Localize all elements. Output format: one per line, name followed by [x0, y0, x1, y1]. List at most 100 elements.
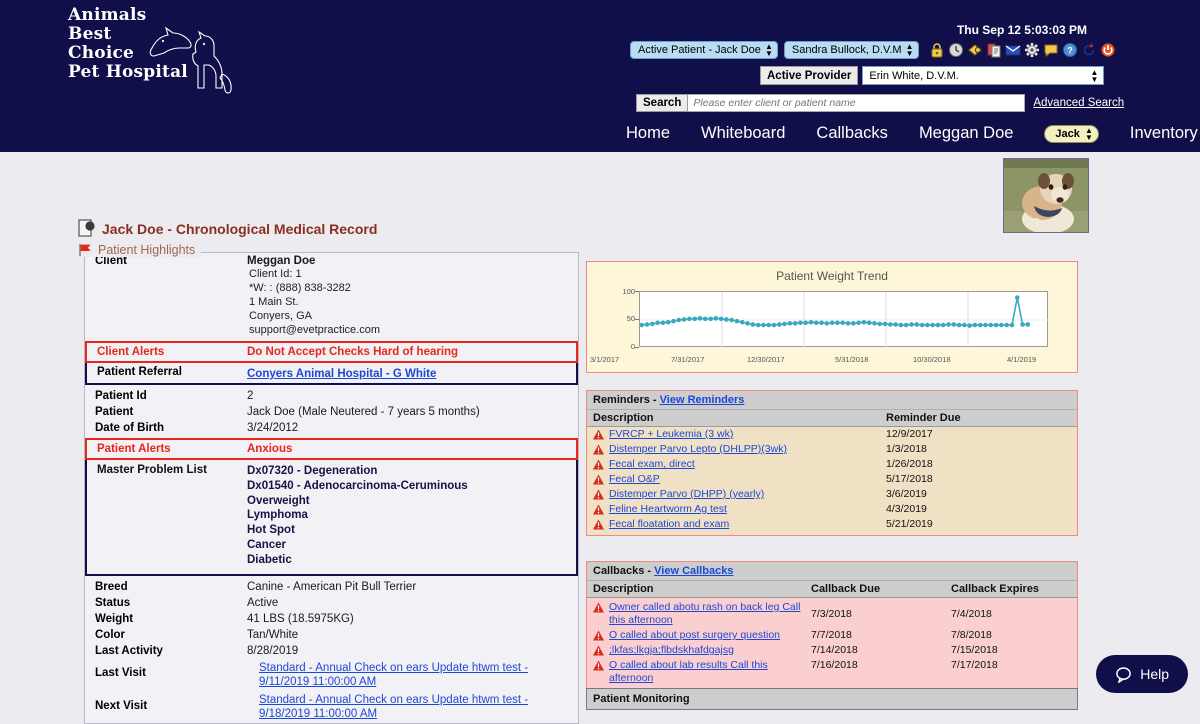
cat-dog-logo-icon [146, 26, 241, 96]
problem-item: Hot Spot [247, 523, 576, 538]
patient-highlights-legend: Patient Highlights [78, 243, 201, 257]
tag-icon[interactable] [967, 42, 983, 58]
client-label: Client [85, 253, 245, 339]
view-reminders-link[interactable]: View Reminders [660, 394, 745, 406]
reminders-panel: Reminders - View Reminders Description R… [586, 390, 1078, 536]
view-callbacks-link[interactable]: View Callbacks [654, 565, 733, 577]
reminders-list: FVRCP + Leukemia (3 wk) 12/9/2017 Distem… [587, 427, 1077, 535]
help-icon[interactable]: ? [1062, 42, 1078, 58]
help-label: Help [1140, 666, 1169, 682]
patient-id-value: 2 [245, 388, 578, 404]
nav-item-home[interactable]: Home [626, 124, 670, 143]
patient-referral-label: Patient Referral [87, 363, 247, 383]
client-name: Meggan Doe [247, 255, 578, 267]
reminders-label: Reminders - [593, 394, 660, 406]
last-visit-link[interactable]: Standard - Annual Check on ears Update h… [259, 661, 578, 689]
callback-due: 7/16/2018 [811, 659, 951, 671]
next-visit-link[interactable]: Standard - Annual Check on ears Update h… [259, 693, 578, 721]
reminder-row: Feline Heartworm Ag test 4/3/2019 [587, 502, 1077, 517]
page-title-text: Jack Doe - Chronological Medical Record [102, 221, 377, 237]
active-patient-label: Active Patient - Jack Doe [638, 44, 761, 56]
reminder-due: 1/26/2018 [886, 458, 1071, 470]
patient-photo [1003, 158, 1089, 233]
chat-icon[interactable] [1043, 42, 1059, 58]
client-phone: *W: : (888) 838-3282 [247, 281, 578, 295]
nav-item-inventory[interactable]: Inventory [1130, 124, 1198, 143]
callback-link[interactable]: O called about post surgery question [609, 629, 780, 642]
patient-alerts-value: Anxious [247, 440, 576, 458]
current-datetime: Thu Sep 12 5:03:03 PM [957, 23, 1087, 37]
reminder-link[interactable]: Fecal floatation and exam [609, 518, 729, 531]
patient-alerts-label: Patient Alerts [87, 440, 247, 458]
search-button[interactable]: Search [636, 94, 688, 112]
callbacks-column-headers: Description Callback Due Callback Expire… [587, 581, 1077, 598]
master-problem-list-label: Master Problem List [87, 460, 247, 574]
chat-bubble-icon [1115, 666, 1132, 683]
color-value: Tan/White [245, 627, 578, 643]
weight-row: Weight 41 LBS (18.5975KG) [85, 611, 578, 627]
nav-item-callbacks[interactable]: Callbacks [816, 124, 888, 143]
patient-dob-row: Date of Birth 3/24/2012 [85, 420, 578, 436]
last-activity-label: Last Activity [85, 643, 245, 659]
patient-monitoring-label: Patient Monitoring [587, 689, 1077, 709]
advanced-search-link[interactable]: Advanced Search [1033, 97, 1124, 109]
callbacks-panel: Callbacks - View Callbacks Description C… [586, 561, 1078, 690]
callback-link[interactable]: Owner called abotu rash on back leg Call… [609, 601, 811, 627]
active-provider-select[interactable]: Erin White, D.V.M. ▲▼ [862, 66, 1104, 85]
chevron-updown-icon: ▲▼ [1090, 69, 1098, 83]
gear-icon[interactable] [1024, 42, 1040, 58]
client-row: Client Meggan Doe Client Id: 1 *W: : (88… [85, 253, 578, 339]
warning-icon [593, 489, 604, 500]
reminder-link[interactable]: Distemper Parvo (DHPP) (yearly) [609, 488, 764, 501]
callback-link[interactable]: O called about lab results Call this aft… [609, 659, 811, 685]
reminder-row: Fecal O&P 5/17/2018 [587, 472, 1077, 487]
warning-icon [593, 444, 604, 455]
callback-row: O called about lab results Call this aft… [587, 658, 1077, 689]
callback-due: 7/14/2018 [811, 644, 951, 656]
callback-row: Owner called abotu rash on back leg Call… [587, 598, 1077, 628]
patient-select[interactable]: Jack ▲▼ [1044, 125, 1098, 143]
nav-item-whiteboard[interactable]: Whiteboard [701, 124, 785, 143]
client-id: Client Id: 1 [247, 267, 578, 281]
power-icon[interactable] [1100, 42, 1116, 58]
last-visit-row: Last Visit Standard - Annual Check on ea… [85, 659, 578, 691]
active-patient-select[interactable]: Active Patient - Jack Doe ▲▼ [630, 41, 778, 59]
callback-row: O called about post surgery question 7/7… [587, 628, 1077, 643]
lock-icon[interactable] [929, 42, 945, 58]
clipboard-icon[interactable] [986, 42, 1002, 58]
last-visit-label: Last Visit [85, 659, 245, 691]
reminder-due: 5/17/2018 [886, 473, 1071, 485]
envelope-icon[interactable] [1005, 42, 1021, 58]
reminder-link[interactable]: Fecal O&P [609, 473, 660, 486]
chart-plot-area [639, 291, 1048, 347]
reminder-link[interactable]: Distemper Parvo Lepto (DHLPP)(3wk) [609, 443, 787, 456]
reminder-link[interactable]: Fecal exam, direct [609, 458, 695, 471]
warning-icon [593, 474, 604, 485]
client-address-1: 1 Main St. [247, 295, 578, 309]
patient-referral-link[interactable]: Conyers Animal Hospital - G White [247, 368, 436, 380]
problem-item: Dx07320 - Degeneration [247, 464, 576, 479]
patient-id-label: Patient Id [85, 388, 245, 404]
clock-icon[interactable] [948, 42, 964, 58]
callback-expires: 7/15/2018 [951, 644, 1071, 656]
breed-row: Breed Canine - American Pit Bull Terrier [85, 579, 578, 595]
next-visit-row: Next Visit Standard - Annual Check on ea… [85, 691, 578, 723]
color-label: Color [85, 627, 245, 643]
callbacks-panel-header: Callbacks - View Callbacks [587, 562, 1077, 581]
last-activity-value: 8/28/2019 [245, 643, 578, 659]
chart-title: Patient Weight Trend [587, 262, 1077, 283]
reminder-link[interactable]: Feline Heartworm Ag test [609, 503, 727, 516]
patient-name-row: Patient Jack Doe (Male Neutered - 7 year… [85, 404, 578, 420]
patient-id-row: Patient Id 2 [85, 388, 578, 404]
reminder-link[interactable]: FVRCP + Leukemia (3 wk) [609, 428, 733, 441]
callback-link[interactable]: ;lkfas;lkgja;flbdskhafdgajsg [609, 644, 734, 657]
refresh-icon[interactable] [1081, 42, 1097, 58]
search-row: Search Advanced Search [636, 94, 1124, 112]
patient-value: Jack Doe (Male Neutered - 7 years 5 mont… [245, 404, 578, 420]
nav-item-client[interactable]: Meggan Doe [919, 124, 1013, 143]
help-button[interactable]: Help [1096, 655, 1188, 693]
x-tick-1: 7/31/2017 [671, 355, 704, 364]
search-input[interactable] [688, 94, 1025, 112]
reminder-due: 12/9/2017 [886, 428, 1071, 440]
user-select[interactable]: Sandra Bullock, D.V.M ▲▼ [784, 41, 919, 59]
